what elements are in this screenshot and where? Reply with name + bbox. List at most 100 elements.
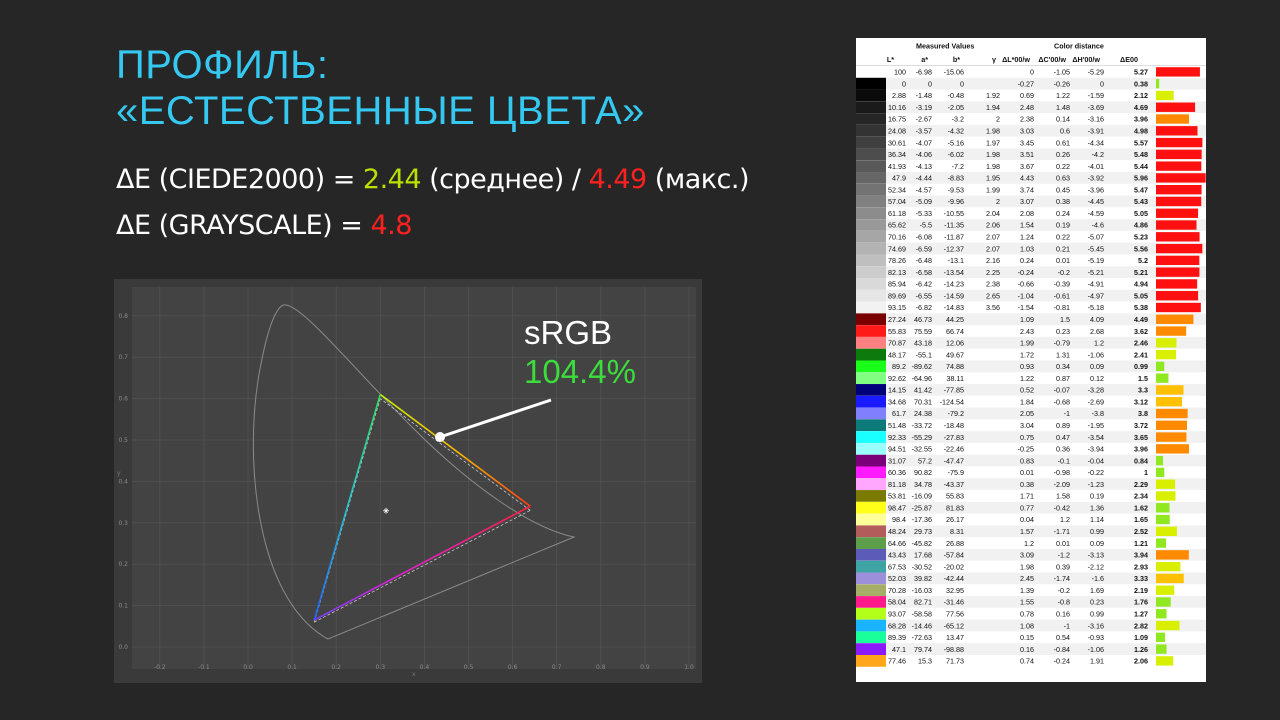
delta-e-max-label: (макс.) [646, 164, 750, 195]
cell-l: 70.16 [888, 233, 906, 242]
cell-b: 49.67 [946, 350, 964, 359]
cell-l: 30.61 [888, 138, 906, 147]
cell-a: -4.06 [916, 150, 932, 159]
table-row: 61.7 24.38 -79.2 2.05 -1 -3.8 3.8 [856, 407, 1206, 420]
cell-l: 53.81 [888, 492, 906, 501]
cell-gamma: 1.92 [986, 91, 1000, 100]
color-swatch [856, 242, 886, 255]
cell-delta-l: 0.83 [1020, 456, 1034, 465]
delta-e-grayscale-line: ΔE (GRAYSCALE) = 4.8 [116, 210, 412, 241]
delta-e-bar [1156, 255, 1200, 266]
cell-delta-c: -0.79 [1054, 339, 1070, 348]
x-tick-label: 0.1 [287, 664, 297, 671]
cell-delta-c: -0.81 [1054, 303, 1070, 312]
cell-a: -5.09 [916, 197, 932, 206]
cell-delta-e: 5.2 [1138, 256, 1148, 265]
cell-delta-c: -1 [1064, 409, 1070, 418]
cell-delta-h: -5.18 [1088, 303, 1104, 312]
cell-a: 90.82 [914, 468, 932, 477]
table-row: 82.13 -6.58 -13.54 2.25 -0.24 -0.2 -5.21 5.21 [856, 266, 1206, 279]
cell-delta-c: -0.26 [1054, 79, 1070, 88]
cell-delta-l: 2.38 [1020, 115, 1034, 124]
delta-e-bar [1156, 173, 1206, 183]
cell-b: 77.56 [946, 609, 964, 618]
cell-delta-c: 0.01 [1056, 256, 1070, 265]
cell-delta-c: 1.5 [1060, 315, 1070, 324]
cell-delta-l: 1.2 [1024, 539, 1034, 548]
delta-e-bar [1156, 408, 1188, 419]
cell-delta-l: 2.45 [1020, 574, 1034, 583]
table-row: 41.93 -4.13 -7.2 1.98 3.67 0.22 -4.01 5.44 [856, 160, 1206, 173]
y-tick-label: 0.7 [118, 354, 128, 361]
cell-delta-e: 2.82 [1134, 621, 1148, 630]
cell-b: -8.83 [948, 174, 964, 183]
cell-delta-l: 1.54 [1020, 221, 1034, 230]
cell-delta-c: 0.89 [1056, 421, 1070, 430]
delta-e-grayscale-value: 4.8 [370, 210, 413, 241]
cell-delta-h: -2.12 [1088, 562, 1104, 571]
cell-a: -55.1 [916, 350, 932, 359]
y-tick-label: 0.1 [118, 603, 128, 610]
cell-l: 89.69 [888, 291, 906, 300]
cell-l: 34.68 [888, 397, 906, 406]
cell-gamma: 1.98 [986, 150, 1000, 159]
cell-b: 0 [960, 79, 964, 88]
cell-delta-l: 0.16 [1020, 645, 1034, 654]
cell-delta-l: 0.04 [1020, 515, 1034, 524]
cell-delta-l: 1.39 [1020, 586, 1034, 595]
cell-l: 0 [902, 79, 906, 88]
cell-a: -6.82 [916, 303, 932, 312]
color-swatch [856, 513, 886, 526]
color-swatch [856, 289, 886, 302]
cell-delta-e: 1.26 [1134, 645, 1148, 654]
column-header: ΔH'00/w [1072, 55, 1100, 64]
table-row: 2.88 -1.48 -0.48 1.92 0.69 1.22 -1.59 2.12 [856, 89, 1206, 102]
cell-b: -5.16 [948, 138, 964, 147]
y-tick-label: 0.5 [118, 437, 128, 444]
y-tick-label: 0.6 [118, 396, 128, 403]
color-swatch [856, 336, 886, 349]
delta-e-bar [1156, 78, 1160, 89]
cell-a: -3.19 [916, 103, 932, 112]
cell-delta-h: -5.45 [1088, 244, 1104, 253]
cell-b: 32.95 [946, 586, 964, 595]
delta-e-bar [1156, 149, 1202, 160]
cell-a: 79.74 [914, 645, 932, 654]
cell-l: 51.48 [888, 421, 906, 430]
cell-delta-h: -4.01 [1088, 162, 1104, 171]
cell-l: 67.53 [888, 562, 906, 571]
cell-delta-h: -1.06 [1088, 350, 1104, 359]
cell-delta-e: 5.96 [1134, 174, 1148, 183]
delta-e-bar [1156, 361, 1165, 372]
x-tick-label: 0.0 [243, 664, 253, 671]
cell-a: -58.58 [912, 609, 932, 618]
cell-gamma: 1.98 [986, 127, 1000, 136]
cell-delta-l: 0.93 [1020, 362, 1034, 371]
cell-a: 43.18 [914, 339, 932, 348]
cell-a: -5.33 [916, 209, 932, 218]
color-swatch [856, 537, 886, 549]
table-row: 48.24 29.73 8.31 1.57 -1.71 0.99 2.52 [856, 525, 1206, 538]
cell-a: 24.38 [914, 409, 932, 418]
cell-delta-h: -4.6 [1092, 221, 1104, 230]
cell-delta-l: 1.57 [1020, 527, 1034, 536]
y-axis-label: y [117, 470, 121, 477]
table-row: 60.36 90.82 -75.9 0.01 -0.98 -0.22 1 [856, 466, 1206, 479]
cell-delta-c: -1.71 [1054, 527, 1070, 536]
table-group-measured: Measured Values [916, 42, 974, 51]
table-row: 31.07 57.2 -47.47 0.83 -0.1 -0.04 0.84 [856, 454, 1206, 467]
cell-delta-l: 0.78 [1020, 609, 1034, 618]
delta-e-bar [1156, 503, 1170, 513]
color-swatch [856, 66, 886, 78]
cell-delta-h: -4.91 [1088, 280, 1104, 289]
cell-delta-l: 3.51 [1020, 150, 1034, 159]
cell-a: -16.03 [912, 586, 932, 595]
cell-b: -13.1 [948, 256, 964, 265]
cell-delta-e: 5.43 [1134, 197, 1148, 206]
color-swatch [856, 466, 886, 479]
table-row: 57.04 -5.09 -9.96 2 3.07 0.38 -4.45 5.43 [856, 195, 1206, 208]
cell-b: -57.84 [944, 551, 964, 560]
cell-b: -15.06 [944, 68, 964, 77]
cell-delta-e: 0.38 [1134, 79, 1148, 88]
cell-b: 12.06 [946, 339, 964, 348]
